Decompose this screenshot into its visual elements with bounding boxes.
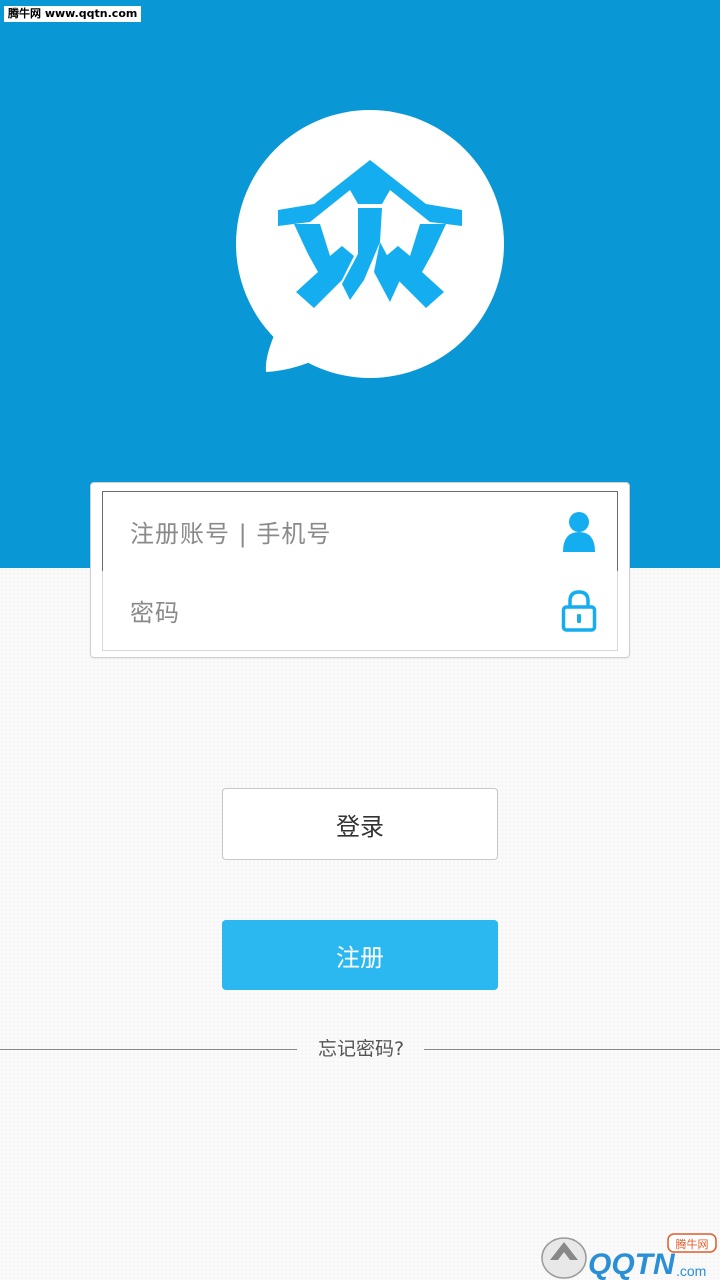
- divider-left: [0, 1049, 297, 1050]
- watermark-brand: QQTN: [588, 1248, 676, 1280]
- watermark-tag: 腾牛网: [676, 1237, 709, 1251]
- login-button[interactable]: 登录: [222, 788, 498, 860]
- divider-right: [424, 1049, 720, 1050]
- lock-icon: [561, 589, 597, 632]
- watermark-suffix: .com: [676, 1263, 706, 1279]
- register-button[interactable]: 注册: [222, 920, 498, 990]
- watermark-top: 腾牛网 www.qqtn.com: [4, 6, 142, 22]
- user-icon: [563, 511, 595, 552]
- watermark-bottom-logo: QQTN .com 腾牛网: [541, 1233, 717, 1280]
- app-logo-icon: [236, 110, 504, 378]
- forgot-password-row: 忘记密码?: [0, 1036, 720, 1062]
- password-field[interactable]: 密码: [102, 571, 618, 651]
- login-form: 注册账号 | 手机号 密码: [90, 482, 630, 658]
- forgot-password-link[interactable]: 忘记密码?: [300, 1036, 422, 1062]
- account-field[interactable]: 注册账号 | 手机号: [102, 491, 618, 572]
- password-placeholder: 密码: [130, 599, 180, 627]
- account-placeholder: 注册账号 | 手机号: [130, 520, 332, 548]
